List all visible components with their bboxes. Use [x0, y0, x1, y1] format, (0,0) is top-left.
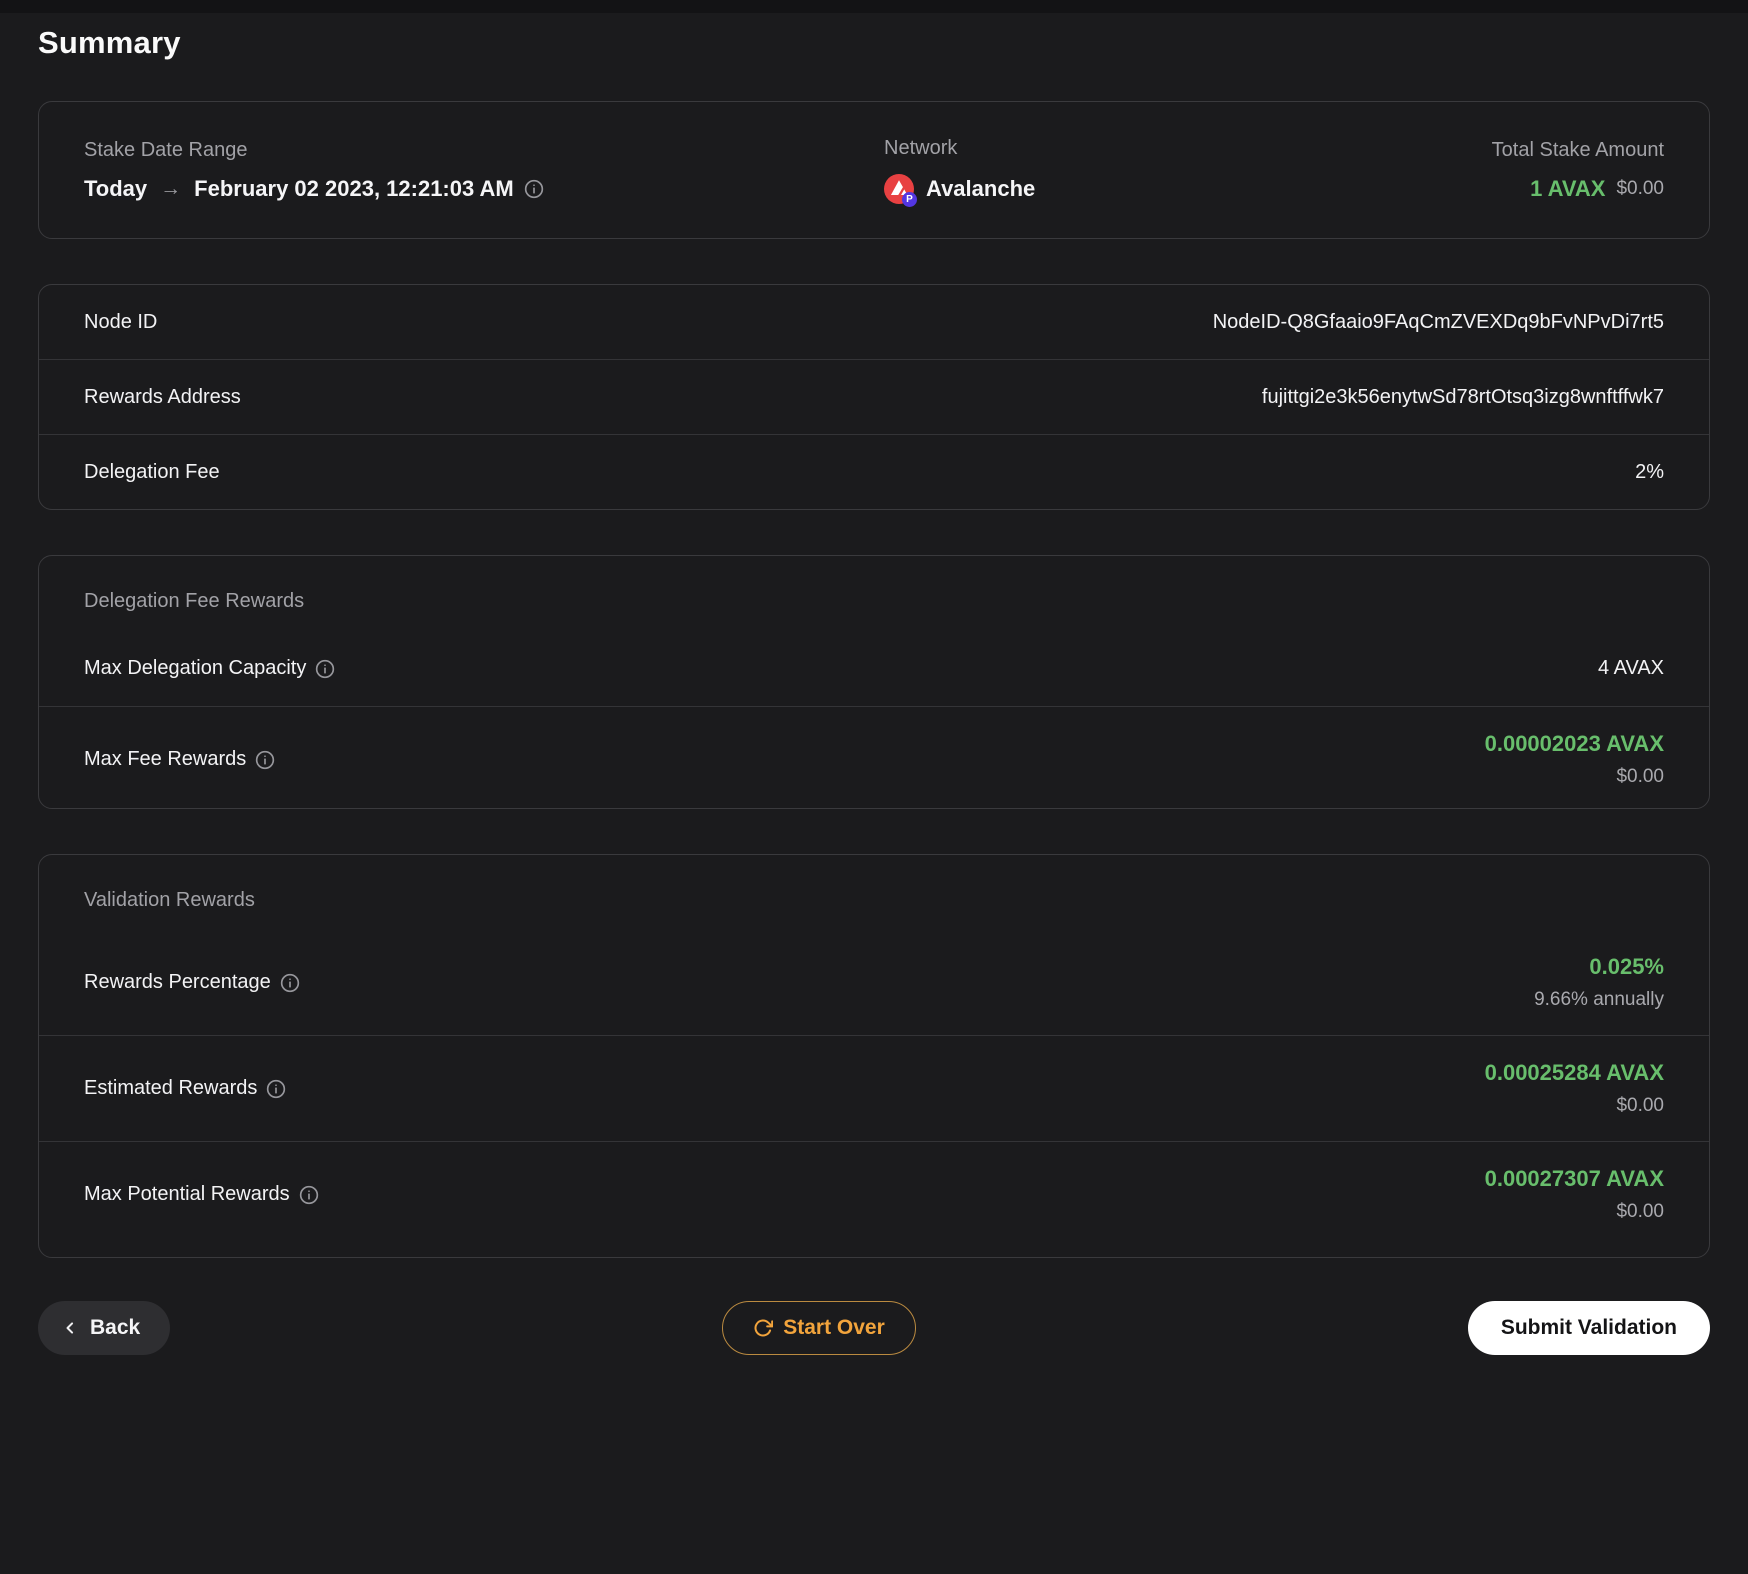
- max-fee-rewards-text: Max Fee Rewards: [84, 748, 247, 770]
- rewards-percentage-text: Rewards Percentage: [84, 971, 271, 993]
- rewards-percentage-annual: 9.66% annually: [1534, 989, 1664, 1010]
- max-potential-rewards-text: Max Potential Rewards: [84, 1183, 290, 1205]
- estimated-rewards-info-icon[interactable]: [266, 1079, 286, 1099]
- network-section: Network P Avalanche: [884, 136, 1036, 207]
- top-edge-strip: [0, 0, 1748, 13]
- stake-date-range-section: Stake Date Range Today → February 02 202…: [84, 139, 884, 202]
- max-delegation-capacity-value: 4 AVAX: [1598, 657, 1664, 679]
- node-id-value: NodeID-Q8Gfaaio9FAqCmZVEXDq9bFvNPvDi7rt5: [1212, 310, 1664, 333]
- total-stake-fiat: $0.00: [1616, 177, 1664, 199]
- estimated-rewards-text: Estimated Rewards: [84, 1077, 258, 1099]
- stake-date-range-value: Today → February 02 2023, 12:21:03 AM: [84, 176, 884, 202]
- delegation-fee-label: Delegation Fee: [84, 460, 220, 483]
- max-potential-rewards-label: Max Potential Rewards: [84, 1183, 319, 1206]
- rewards-percentage-label: Rewards Percentage: [84, 971, 300, 994]
- start-over-button-label: Start Over: [783, 1316, 885, 1339]
- rewards-percentage-value-stack: 0.025% 9.66% annually: [1534, 954, 1664, 1011]
- network-value: P Avalanche: [884, 173, 1036, 207]
- rewards-percentage-value: 0.025%: [1589, 954, 1664, 979]
- stake-date-info-icon[interactable]: [524, 179, 544, 199]
- max-fee-rewards-label: Max Fee Rewards: [84, 748, 275, 771]
- delegation-fee-value: 2%: [1635, 460, 1664, 483]
- validation-rewards-card: Validation Rewards Rewards Percentage 0.…: [38, 854, 1710, 1258]
- summary-page: Summary Stake Date Range Today → Februar…: [0, 25, 1748, 1355]
- network-name: Avalanche: [926, 175, 1036, 201]
- max-potential-rewards-value: 0.00027307 AVAX: [1484, 1166, 1664, 1191]
- rewards-address-label: Rewards Address: [84, 385, 241, 408]
- stake-date-from: Today: [84, 175, 148, 201]
- chevron-left-icon: [60, 1318, 80, 1338]
- table-row-rewards-address: Rewards Address fujittgi2e3k56enytwSd78r…: [39, 360, 1709, 435]
- max-fee-rewards-info-icon[interactable]: [255, 750, 275, 770]
- max-fee-rewards-row: Max Fee Rewards 0.00002023 AVAX $0.00: [39, 707, 1709, 808]
- max-delegation-capacity-info-icon[interactable]: [315, 659, 335, 679]
- rewards-address-value: fujittgi2e3k56enytwSd78rtOtsq3izg8wnftff…: [1261, 385, 1664, 408]
- max-delegation-capacity-row: Max Delegation Capacity 4 AVAX: [39, 613, 1709, 707]
- stake-overview-card: Stake Date Range Today → February 02 202…: [38, 101, 1710, 239]
- footer-actions: Back Start Over Submit Validation: [38, 1301, 1710, 1355]
- submit-validation-button-label: Submit Validation: [1500, 1316, 1677, 1339]
- max-potential-rewards-value-stack: 0.00027307 AVAX $0.00: [1485, 1166, 1664, 1223]
- total-stake-amount: 1 AVAX: [1530, 175, 1606, 201]
- back-button-label: Back: [90, 1316, 141, 1339]
- max-delegation-capacity-text: Max Delegation Capacity: [84, 657, 307, 679]
- estimated-rewards-value: 0.00025284 AVAX: [1484, 1060, 1664, 1085]
- estimated-rewards-value-stack: 0.00025284 AVAX $0.00: [1485, 1060, 1664, 1117]
- max-fee-rewards-value-stack: 0.00002023 AVAX $0.00: [1485, 731, 1664, 788]
- rewards-percentage-info-icon[interactable]: [280, 973, 300, 993]
- arrow-right-icon: →: [160, 176, 182, 200]
- max-fee-rewards-fiat: $0.00: [1616, 766, 1664, 787]
- avalanche-icon: P: [884, 173, 917, 207]
- delegation-fee-rewards-header: Delegation Fee Rewards: [84, 590, 305, 612]
- estimated-rewards-fiat: $0.00: [1616, 1095, 1664, 1116]
- max-fee-rewards-value: 0.00002023 AVAX: [1484, 731, 1664, 756]
- validation-rewards-header: Validation Rewards: [84, 889, 255, 911]
- stake-date-range-label: Stake Date Range: [84, 138, 248, 161]
- estimated-rewards-row: Estimated Rewards 0.00025284 AVAX $0.00: [39, 1036, 1709, 1142]
- estimated-rewards-label: Estimated Rewards: [84, 1077, 286, 1100]
- network-label: Network: [884, 136, 958, 159]
- node-details-card: Node ID NodeID-Q8Gfaaio9FAqCmZVEXDq9bFvN…: [38, 284, 1710, 510]
- max-potential-rewards-row: Max Potential Rewards 0.00027307 AVAX $0…: [39, 1142, 1709, 1257]
- max-potential-rewards-fiat: $0.00: [1616, 1201, 1664, 1222]
- p-chain-badge: P: [902, 191, 917, 207]
- total-stake-label: Total Stake Amount: [1491, 138, 1664, 161]
- table-row-node-id: Node ID NodeID-Q8Gfaaio9FAqCmZVEXDq9bFvN…: [39, 285, 1709, 360]
- start-over-button[interactable]: Start Over: [722, 1301, 916, 1355]
- delegation-fee-rewards-card: Delegation Fee Rewards Max Delegation Ca…: [38, 555, 1710, 809]
- total-stake-value: 1 AVAX $0.00: [1530, 176, 1664, 202]
- back-button[interactable]: Back: [38, 1301, 171, 1355]
- rewards-percentage-row: Rewards Percentage 0.025% 9.66% annually: [39, 912, 1709, 1036]
- submit-validation-button[interactable]: Submit Validation: [1467, 1301, 1710, 1355]
- max-delegation-capacity-label: Max Delegation Capacity: [84, 657, 335, 680]
- max-potential-rewards-info-icon[interactable]: [299, 1185, 319, 1205]
- table-row-delegation-fee: Delegation Fee 2%: [39, 435, 1709, 509]
- restart-icon: [753, 1318, 774, 1338]
- node-id-label: Node ID: [84, 310, 158, 333]
- total-stake-section: Total Stake Amount 1 AVAX $0.00: [1492, 139, 1664, 202]
- page-title: Summary: [38, 25, 181, 60]
- stake-date-to: February 02 2023, 12:21:03 AM: [194, 175, 514, 201]
